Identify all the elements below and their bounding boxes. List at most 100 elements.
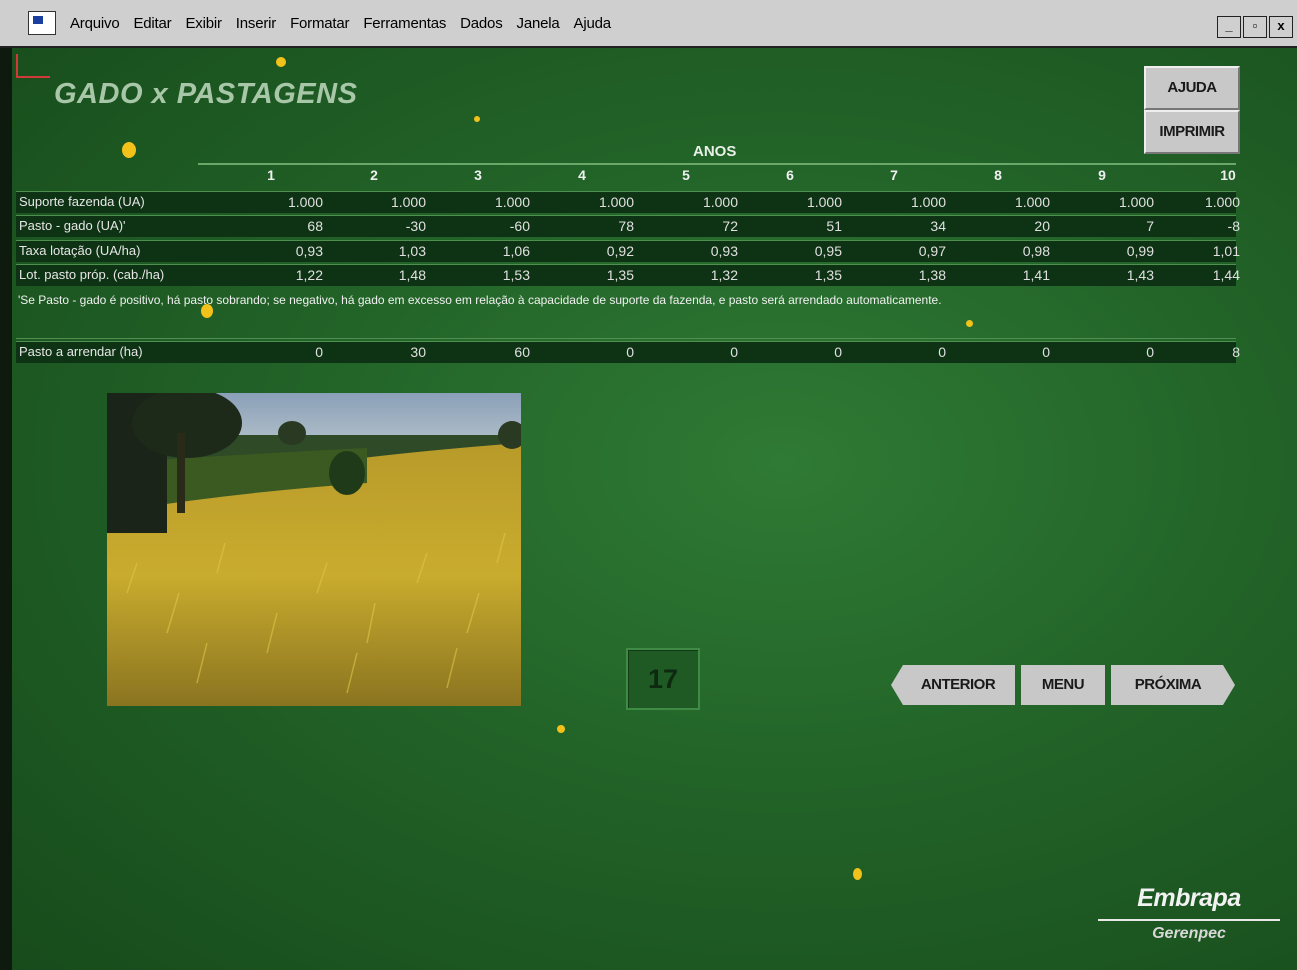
table-cell: 1.000 — [1014, 194, 1050, 210]
table-cell: 1.000 — [806, 194, 842, 210]
year-header-3: 3 — [474, 167, 482, 183]
table-cell: 0 — [730, 344, 738, 360]
logo-name: Embrapa — [1137, 884, 1241, 912]
year-header-5: 5 — [682, 167, 690, 183]
menu-exibir[interactable]: Exibir — [185, 15, 222, 32]
table-cell: 1,35 — [814, 267, 842, 283]
table-footnote: 'Se Pasto - gado é positivo, há pasto so… — [18, 293, 942, 307]
table-cell: 78 — [618, 218, 634, 234]
table-cell: 1,22 — [295, 267, 323, 283]
year-header-4: 4 — [578, 167, 586, 183]
table-cell: 0,93 — [295, 243, 323, 259]
table-cell: 1,38 — [918, 267, 946, 283]
logo-rule — [1098, 919, 1280, 921]
year-header-row: 1 2 3 4 5 6 7 8 9 10 — [16, 167, 1236, 187]
table-cell: 20 — [1034, 218, 1050, 234]
window-controls: _ ▫ x — [1217, 16, 1293, 38]
table-row-arrendar: Pasto a arrendar (ha) 0 30 60 0 0 0 0 0 0 8 — [16, 341, 1240, 363]
table-cell: 0 — [626, 344, 634, 360]
table-cell: 1.000 — [598, 194, 634, 210]
menu-arquivo[interactable]: Arquivo — [70, 15, 120, 32]
table-row: Taxa lotação (UA/ha) 0,93 1,03 1,06 0,92 0,93… — [16, 240, 1240, 262]
table-cell: 0,92 — [606, 243, 634, 259]
table-cell: -30 — [405, 218, 426, 234]
year-header-8: 8 — [994, 167, 1002, 183]
table-cell: 1,01 — [1212, 243, 1240, 259]
restore-icon[interactable]: ▫ — [1243, 16, 1267, 38]
app-window: Arquivo Editar Exibir Inserir Formatar F… — [0, 0, 1297, 970]
menu-ferramentas[interactable]: Ferramentas — [363, 15, 446, 32]
table-cell: 68 — [307, 218, 323, 234]
table-cell: 1,53 — [502, 267, 530, 283]
table-cell: 0,98 — [1022, 243, 1050, 259]
table-cell: 0 — [1042, 344, 1050, 360]
table-cell: 0 — [315, 344, 323, 360]
table-cell: 1.000 — [390, 194, 426, 210]
menu-formatar[interactable]: Formatar — [290, 15, 349, 32]
row-label: Pasto a arrendar (ha) — [19, 344, 143, 359]
table-cell: 8 — [1232, 344, 1240, 360]
logo-subtitle: Gerenpec — [1152, 925, 1226, 942]
decorative-dot — [201, 304, 213, 318]
years-header: ANOS — [693, 143, 737, 160]
table-cell: 1,03 — [398, 243, 426, 259]
page-title: GADO x PASTAGENS — [54, 78, 358, 110]
menu-inserir[interactable]: Inserir — [236, 15, 276, 32]
table-cell: 1.000 — [287, 194, 323, 210]
year-header-7: 7 — [890, 167, 898, 183]
year-header-1: 1 — [267, 167, 275, 183]
table-cell: 72 — [722, 218, 738, 234]
minimize-icon[interactable]: _ — [1217, 16, 1241, 38]
row-label: Taxa lotação (UA/ha) — [19, 243, 141, 258]
table-cell: 60 — [514, 344, 530, 360]
footnote-divider — [16, 338, 1236, 339]
app-icon[interactable] — [28, 11, 56, 35]
menu-janela[interactable]: Janela — [517, 15, 560, 32]
table-row: Suporte fazenda (UA) 1.000 1.000 1.000 1.000… — [16, 191, 1240, 213]
menu-ajuda[interactable]: Ajuda — [574, 15, 612, 32]
table-row: Lot. pasto próp. (cab./ha) 1,22 1,48 1,53 1,… — [16, 264, 1240, 286]
menu-bar: Arquivo Editar Exibir Inserir Formatar F… — [0, 0, 1297, 48]
row-label: Lot. pasto próp. (cab./ha) — [19, 267, 165, 282]
year-header-9: 9 — [1098, 167, 1106, 183]
table-cell: 1.000 — [910, 194, 946, 210]
page-number: 17 — [626, 648, 700, 710]
table-cell: 1,48 — [398, 267, 426, 283]
table-cell: 1,44 — [1212, 267, 1240, 283]
table-cell: 1,32 — [710, 267, 738, 283]
row-label: Pasto - gado (UA)' — [19, 218, 126, 233]
table-cell: 1,41 — [1022, 267, 1050, 283]
decorative-dot — [557, 725, 565, 733]
table-cell: 30 — [410, 344, 426, 360]
table-cell: 51 — [826, 218, 842, 234]
table-row: Pasto - gado (UA)' 68 -30 -60 78 72 51 34 20 7 -8 — [16, 215, 1240, 237]
previous-button[interactable]: ANTERIOR — [891, 665, 1015, 705]
table-cell: 1.000 — [702, 194, 738, 210]
decorative-dot — [474, 116, 480, 122]
decorative-dot — [276, 57, 286, 67]
print-button[interactable]: IMPRIMIR — [1144, 110, 1240, 154]
year-header-2: 2 — [370, 167, 378, 183]
embrapa-logo: Embrapa Gerenpec — [1098, 884, 1280, 943]
table-cell: 1.000 — [494, 194, 530, 210]
year-header-6: 6 — [786, 167, 794, 183]
table-cell: -8 — [1227, 218, 1240, 234]
table-cell: 1.000 — [1204, 194, 1240, 210]
next-button[interactable]: PRÓXIMA — [1111, 665, 1235, 705]
menu-button[interactable]: MENU — [1021, 665, 1105, 705]
table-cell: 34 — [930, 218, 946, 234]
header-divider — [198, 163, 1236, 165]
menu-editar[interactable]: Editar — [133, 15, 171, 32]
table-cell: 0,97 — [918, 243, 946, 259]
close-icon[interactable]: x — [1269, 16, 1293, 38]
table-cell: 1,35 — [606, 267, 634, 283]
table-cell: 0,93 — [710, 243, 738, 259]
year-header-10: 10 — [1220, 167, 1236, 183]
menu-dados[interactable]: Dados — [460, 15, 503, 32]
table-cell: 0 — [938, 344, 946, 360]
table-cell: -60 — [509, 218, 530, 234]
help-button[interactable]: AJUDA — [1144, 66, 1240, 110]
table-cell: 0,95 — [814, 243, 842, 259]
decorative-dot — [853, 868, 862, 880]
decorative-dot — [122, 142, 136, 158]
